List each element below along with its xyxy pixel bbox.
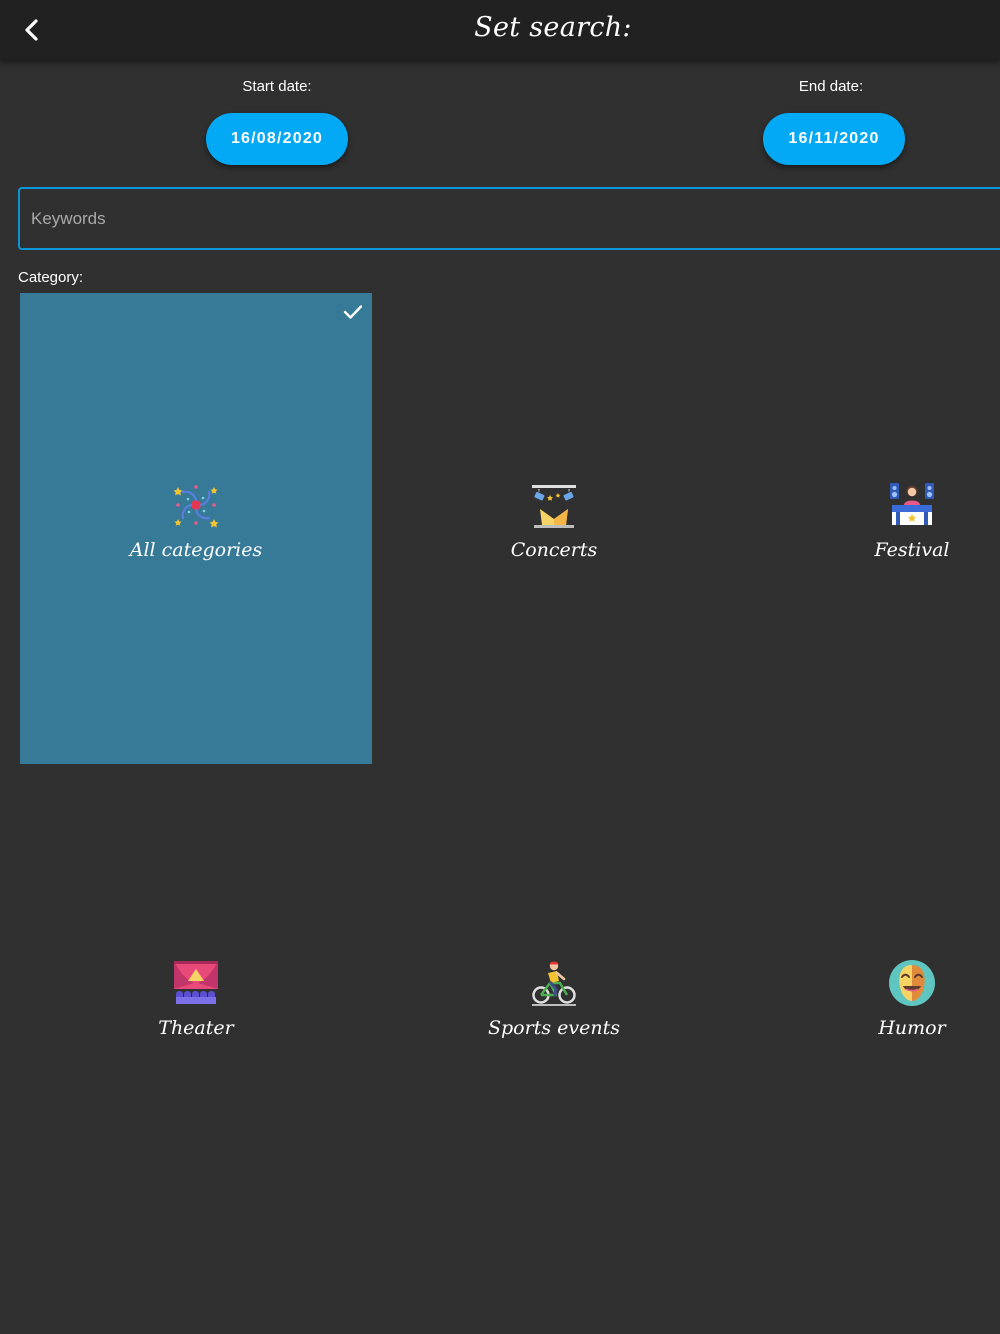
app-header: Set search: bbox=[0, 0, 1000, 60]
category-name: All categories bbox=[129, 539, 263, 561]
dj-booth-icon bbox=[890, 483, 934, 525]
category-tile-theater[interactable]: Theater bbox=[20, 771, 372, 1242]
comedy-mask-icon bbox=[889, 960, 935, 1006]
category-tile-concerts[interactable]: Concerts bbox=[378, 293, 730, 764]
category-tile-sports-events[interactable]: Sports events bbox=[378, 771, 730, 1242]
chevron-left-icon bbox=[25, 19, 38, 41]
keywords-input[interactable] bbox=[18, 187, 1000, 250]
category-tile-all-categories[interactable]: All categories bbox=[20, 293, 372, 764]
back-button[interactable] bbox=[14, 12, 50, 48]
page-title: Set search: bbox=[474, 12, 632, 43]
end-date-label: End date: bbox=[798, 78, 864, 95]
end-date-button[interactable]: 16/11/2020 bbox=[763, 113, 905, 165]
category-name: Concerts bbox=[510, 539, 598, 561]
category-tile-festival[interactable]: Festival bbox=[736, 293, 1000, 764]
category-name: Festival bbox=[874, 539, 950, 561]
category-tile-humor[interactable]: Humor bbox=[736, 771, 1000, 1242]
category-label: Category: bbox=[18, 269, 84, 286]
category-name: Theater bbox=[158, 1017, 234, 1039]
category-name: Humor bbox=[878, 1017, 946, 1039]
cyclist-icon bbox=[532, 961, 576, 1006]
fireworks-icon bbox=[173, 485, 219, 528]
stage-lights-icon bbox=[532, 485, 576, 528]
start-date-button[interactable]: 16/08/2020 bbox=[206, 113, 348, 165]
theater-stage-icon bbox=[174, 961, 218, 1004]
category-name: Sports events bbox=[488, 1017, 620, 1039]
start-date-label: Start date: bbox=[242, 78, 312, 95]
checkmark-icon bbox=[343, 305, 363, 319]
